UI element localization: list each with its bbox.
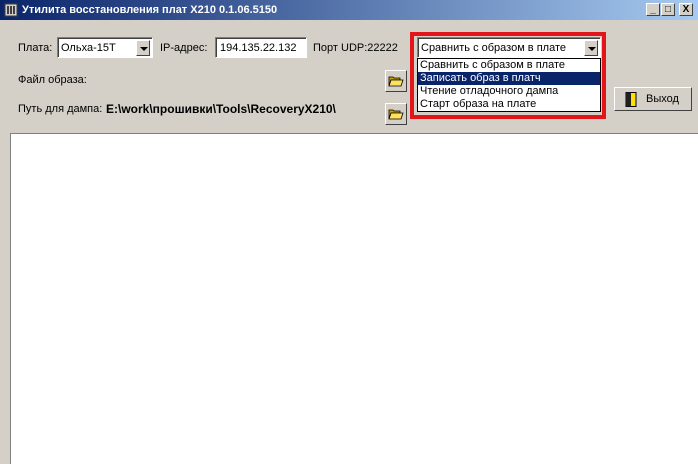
exit-button-label: Выход bbox=[646, 93, 679, 105]
board-select[interactable]: Ольха-15Т bbox=[57, 37, 153, 58]
minimize-button[interactable]: _ bbox=[646, 3, 660, 16]
folder-open-icon bbox=[388, 76, 404, 87]
dump-path-label: Путь для дампа: bbox=[18, 103, 103, 115]
door-exit-icon bbox=[625, 92, 637, 107]
board-value: Ольха-15Т bbox=[61, 42, 116, 54]
chevron-down-icon[interactable] bbox=[136, 40, 150, 56]
udp-port-label: Порт UDP:22222 bbox=[313, 42, 398, 54]
dump-path-value: E:\work\прошивки\Tools\RecoveryX210\ bbox=[106, 102, 336, 116]
board-label: Плата: bbox=[18, 42, 53, 54]
highlight-frame bbox=[410, 32, 606, 119]
browse-dump-button[interactable] bbox=[385, 103, 407, 125]
browse-image-button[interactable] bbox=[385, 70, 407, 92]
maximize-button[interactable]: □ bbox=[661, 3, 675, 16]
app-icon bbox=[4, 3, 18, 17]
log-output-area[interactable] bbox=[10, 133, 698, 464]
exit-button[interactable]: Выход bbox=[614, 87, 692, 111]
window-title: Утилита восстановления плат X210 0.1.06.… bbox=[22, 4, 278, 16]
ip-value: 194.135.22.132 bbox=[220, 42, 297, 54]
ip-label: IP-адрес: bbox=[160, 42, 208, 54]
ip-input[interactable]: 194.135.22.132 bbox=[215, 37, 307, 58]
folder-open-icon bbox=[388, 109, 404, 120]
image-file-label: Файл образа: bbox=[18, 74, 87, 86]
close-button[interactable]: X bbox=[679, 3, 693, 16]
